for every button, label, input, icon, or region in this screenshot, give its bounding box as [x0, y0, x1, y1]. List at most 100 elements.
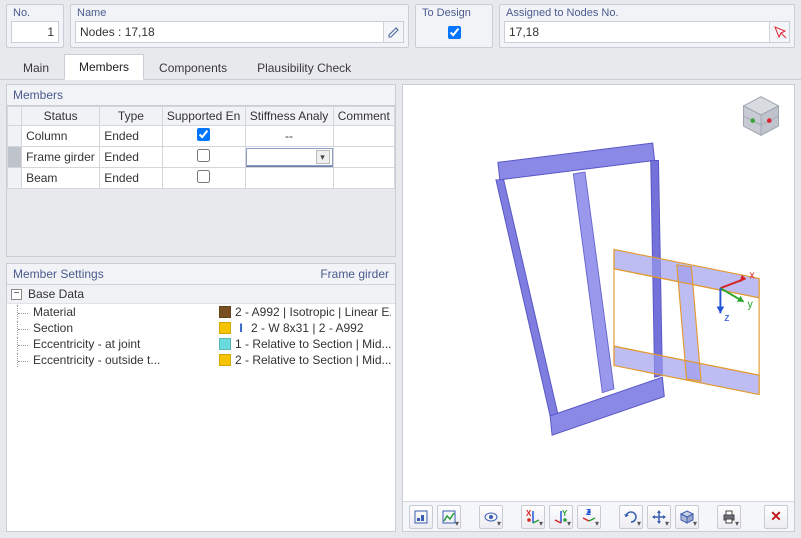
tree-label: Section — [31, 321, 219, 335]
col-supported[interactable]: Supported En — [162, 107, 245, 126]
pick-icon — [773, 25, 787, 39]
members-grid[interactable]: Status Type Supported En Stiffness Analy… — [6, 105, 396, 257]
view-move-button[interactable] — [647, 505, 671, 529]
cell-supported[interactable] — [162, 147, 245, 168]
cell-status[interactable]: Beam — [22, 168, 100, 189]
tree-label: Material — [31, 305, 219, 319]
load-icon — [413, 509, 429, 525]
member-settings-title: Member Settings Frame girder — [7, 264, 395, 285]
member-settings-panel: Member Settings Frame girder − Base Data… — [6, 263, 396, 532]
tab-bar: Main Members Components Plausibility Che… — [0, 54, 801, 80]
axis-z-icon: Z — [581, 509, 597, 525]
tab-members[interactable]: Members — [64, 54, 144, 80]
field-name: Name Nodes : 17,18 — [70, 4, 409, 48]
members-panel: Members Status Type Supported En Stiffne… — [6, 84, 396, 257]
tree-value-text: 2 - A992 | Isotropic | Linear E... — [235, 305, 391, 319]
field-assigned: Assigned to Nodes No. 17,18 — [499, 4, 795, 48]
settings-tree: − Base Data Material 2 - A992 | Isotropi… — [7, 285, 395, 368]
header-row: No. 1 Name Nodes : 17,18 To Design Assig… — [0, 0, 801, 54]
close-view-button[interactable]: ✕ — [764, 505, 788, 529]
table-row[interactable]: Column Ended -- — [8, 126, 395, 147]
cell-supported[interactable] — [162, 126, 245, 147]
cell-status[interactable]: Frame girder — [22, 147, 100, 168]
pick-nodes-button[interactable] — [769, 22, 789, 42]
content-area: Members Status Type Supported En Stiffne… — [0, 80, 801, 538]
cell-type[interactable]: Ended — [100, 168, 162, 189]
color-swatch-icon — [219, 338, 231, 350]
cell-supported[interactable] — [162, 168, 245, 189]
tree-base-data[interactable]: − Base Data — [7, 285, 395, 304]
tree-row-ecc-joint[interactable]: Eccentricity - at joint 1 - Relative to … — [7, 336, 395, 352]
rename-button[interactable] — [383, 22, 403, 42]
eye-icon — [483, 509, 499, 525]
color-swatch-icon — [219, 354, 231, 366]
results-icon — [441, 509, 457, 525]
move-icon — [651, 509, 667, 525]
color-swatch-icon — [219, 306, 231, 318]
view-y-button[interactable]: Y — [549, 505, 573, 529]
tab-components[interactable]: Components — [144, 55, 242, 80]
tree-value-text: 1 - Relative to Section | Mid... — [235, 337, 391, 351]
cell-type[interactable]: Ended — [100, 126, 162, 147]
tree-value: I 2 - W 8x31 | 2 - A992 — [219, 321, 391, 335]
stiffness-dropdown-popup: N My Mz — [245, 166, 333, 168]
cell-comment[interactable] — [333, 126, 394, 147]
tree-label: Eccentricity - outside t... — [31, 353, 219, 367]
print-button[interactable] — [717, 505, 741, 529]
tree-label: Eccentricity - at joint — [31, 337, 219, 351]
field-assigned-value[interactable]: 17,18 — [504, 21, 790, 43]
tree-value-text: 2 - W 8x31 | 2 - A992 — [251, 321, 364, 335]
cell-comment[interactable] — [333, 147, 394, 168]
cell-stiffness[interactable] — [245, 168, 333, 189]
close-icon: ✕ — [770, 508, 782, 525]
to-design-checkbox[interactable] — [448, 26, 461, 39]
field-no-label: No. — [11, 7, 59, 21]
rotate-icon — [623, 509, 639, 525]
cell-type[interactable]: Ended — [100, 147, 162, 168]
view-show-button[interactable] — [479, 505, 503, 529]
cell-stiffness[interactable]: -- — [245, 126, 333, 147]
table-row[interactable]: Beam Ended — [8, 168, 395, 189]
cell-status[interactable]: Column — [22, 126, 100, 147]
3d-view[interactable]: x y z — [403, 85, 794, 501]
tab-plausibility[interactable]: Plausibility Check — [242, 55, 366, 80]
cell-stiffness-dropdown[interactable]: ▾ N My — [245, 147, 333, 168]
view-rotate-button[interactable] — [619, 505, 643, 529]
nav-cube-icon[interactable] — [738, 93, 784, 139]
tree-row-material[interactable]: Material 2 - A992 | Isotropic | Linear E… — [7, 304, 395, 320]
collapse-icon[interactable]: − — [11, 289, 22, 300]
view-results-button[interactable] — [437, 505, 461, 529]
color-swatch-icon — [219, 322, 231, 334]
table-row[interactable]: Frame girder Ended ▾ N — [8, 147, 395, 168]
col-rowheader — [8, 107, 22, 126]
tree-value: 1 - Relative to Section | Mid... — [219, 337, 391, 351]
dropdown-item-n[interactable]: N — [246, 167, 334, 168]
field-no: No. 1 — [6, 4, 64, 48]
right-panel: x y z — [402, 84, 795, 532]
col-type[interactable]: Type — [100, 107, 162, 126]
col-comment[interactable]: Comment — [333, 107, 394, 126]
model-render: x y z — [403, 85, 794, 501]
members-title-text: Members — [13, 88, 63, 102]
cell-comment[interactable] — [333, 168, 394, 189]
tree-row-ecc-outside[interactable]: Eccentricity - outside t... 2 - Relative… — [7, 352, 395, 368]
field-assigned-label: Assigned to Nodes No. — [504, 7, 790, 21]
svg-text:Y: Y — [562, 509, 568, 518]
supported-checkbox[interactable] — [197, 149, 210, 162]
col-stiffness[interactable]: Stiffness Analy — [245, 107, 333, 126]
tree-row-section[interactable]: Section I 2 - W 8x31 | 2 - A992 — [7, 320, 395, 336]
view-iso-button[interactable] — [675, 505, 699, 529]
chevron-down-icon[interactable]: ▾ — [316, 150, 330, 164]
view-z-button[interactable]: Z — [577, 505, 601, 529]
field-no-value[interactable]: 1 — [11, 21, 59, 43]
field-to-design-label: To Design — [420, 7, 488, 21]
view-load-button[interactable] — [409, 505, 433, 529]
supported-checkbox[interactable] — [197, 170, 210, 183]
axis-y-label: y — [747, 299, 753, 311]
tab-main[interactable]: Main — [8, 55, 64, 80]
field-name-value[interactable]: Nodes : 17,18 — [75, 21, 404, 43]
col-status[interactable]: Status — [22, 107, 100, 126]
tree-value: 2 - A992 | Isotropic | Linear E... — [219, 305, 391, 319]
supported-checkbox[interactable] — [197, 128, 210, 141]
view-x-button[interactable]: X — [521, 505, 545, 529]
